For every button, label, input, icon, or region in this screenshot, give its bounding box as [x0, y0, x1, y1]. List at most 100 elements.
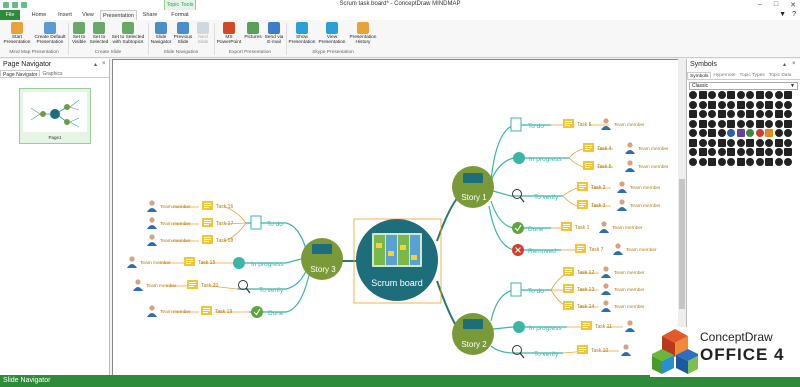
symbol-cell[interactable]	[746, 138, 754, 147]
ms-powerpoint-button[interactable]: MS PowerPoint	[216, 22, 242, 45]
help-icon[interactable]: ?	[792, 11, 796, 18]
symbol-cell[interactable]	[708, 129, 716, 137]
set-to-selected-button[interactable]: Set to Selected	[89, 22, 109, 45]
tab-format[interactable]: Format	[166, 10, 194, 20]
symbol-cell[interactable]	[765, 129, 773, 137]
start-presentation-button[interactable]: Start Presentation	[2, 22, 32, 45]
pictures-button[interactable]: Pictures	[243, 22, 263, 40]
symbol-cell[interactable]	[727, 157, 735, 166]
scrollbar-thumb[interactable]	[679, 179, 685, 309]
symbol-cell[interactable]	[708, 110, 716, 118]
tab-home[interactable]: Home	[27, 10, 51, 20]
symbol-cell[interactable]	[689, 119, 697, 128]
symbol-cell[interactable]	[736, 157, 745, 166]
tab-insert[interactable]: Insert	[54, 10, 76, 20]
symbol-cell[interactable]	[698, 138, 707, 147]
symbol-cell[interactable]	[755, 157, 764, 166]
maximize-icon[interactable]: □	[774, 1, 778, 9]
next-slide-button[interactable]: Next Slide	[195, 22, 211, 45]
symbol-cell[interactable]	[698, 129, 707, 137]
symbol-cell[interactable]	[774, 119, 783, 128]
symbol-cell[interactable]	[689, 100, 697, 109]
symbol-cell[interactable]	[774, 148, 783, 156]
symbol-cell[interactable]	[784, 91, 792, 99]
symbol-cell[interactable]	[755, 91, 764, 99]
send-via-email-button[interactable]: Send via E-mail	[264, 22, 284, 45]
slide-navigator-button[interactable]: Slide Navigator	[150, 22, 172, 45]
close-panel-icon[interactable]: ×	[102, 61, 106, 67]
symbol-cell[interactable]	[784, 110, 792, 118]
tab-hypernote[interactable]: Hypernote	[711, 72, 737, 79]
symbol-cell[interactable]	[698, 119, 707, 128]
close-icon[interactable]: ✕	[790, 1, 796, 9]
symbol-cell[interactable]	[717, 129, 726, 137]
symbol-cell[interactable]	[717, 100, 726, 109]
symbol-cell[interactable]	[736, 138, 745, 147]
symbol-cell[interactable]	[727, 110, 735, 118]
close-panel-icon[interactable]: ×	[792, 61, 796, 67]
symbol-cell[interactable]	[736, 129, 745, 137]
pin-icon[interactable]: ▴	[94, 61, 97, 68]
symbol-cell[interactable]	[698, 110, 707, 118]
symbol-cell[interactable]	[727, 119, 735, 128]
symbol-cell[interactable]	[708, 100, 716, 109]
symbol-cell[interactable]	[755, 110, 764, 118]
page-thumbnail[interactable]: Page1	[19, 88, 91, 144]
symbol-cell[interactable]	[708, 119, 716, 128]
symbol-cell[interactable]	[784, 100, 792, 109]
symbol-cell[interactable]	[765, 119, 773, 128]
symbol-cell[interactable]	[736, 91, 745, 99]
symbol-cell[interactable]	[784, 138, 792, 147]
previous-slide-button[interactable]: Previous Slide	[173, 22, 193, 45]
symbol-cell[interactable]	[727, 138, 735, 147]
symbol-cell[interactable]	[689, 91, 697, 99]
create-default-presentation-button[interactable]: Create Default Presentation	[33, 22, 67, 45]
symbol-cell[interactable]	[746, 148, 754, 156]
symbol-cell[interactable]	[746, 129, 754, 137]
symbol-cell[interactable]	[774, 100, 783, 109]
symbol-cell[interactable]	[784, 157, 792, 166]
pin-icon[interactable]: ▴	[783, 61, 786, 68]
symbol-cell[interactable]	[755, 119, 764, 128]
tab-topic-data[interactable]: Topic Data	[767, 72, 794, 79]
symbol-cell[interactable]	[708, 148, 716, 156]
presentation-history-button[interactable]: Presentation History	[348, 22, 378, 45]
symbol-cell[interactable]	[755, 129, 764, 137]
symbol-cell[interactable]	[774, 110, 783, 118]
symbol-cell[interactable]	[755, 138, 764, 147]
symbol-cell[interactable]	[689, 148, 697, 156]
mindmap-canvas[interactable]: Scrum board Story 1 Story 2 Story 3 To d…	[112, 59, 678, 375]
symbol-cell[interactable]	[717, 157, 726, 166]
symbol-cell[interactable]	[689, 138, 697, 147]
symbol-cell[interactable]	[698, 157, 707, 166]
tab-presentation[interactable]: Presentation	[100, 10, 137, 20]
symbol-cell[interactable]	[708, 157, 716, 166]
symbol-cell[interactable]	[727, 100, 735, 109]
symbol-cell[interactable]	[774, 157, 783, 166]
symbols-grid[interactable]	[689, 91, 793, 167]
symbol-cell[interactable]	[774, 91, 783, 99]
symbol-cell[interactable]	[736, 110, 745, 118]
symbol-cell[interactable]	[727, 148, 735, 156]
symbol-cell[interactable]	[755, 100, 764, 109]
tab-view[interactable]: View	[78, 10, 98, 20]
symbol-cell[interactable]	[765, 138, 773, 147]
symbol-cell[interactable]	[765, 148, 773, 156]
symbol-cell[interactable]	[689, 110, 697, 118]
symbol-cell[interactable]	[746, 100, 754, 109]
symbol-cell[interactable]	[717, 148, 726, 156]
symbol-cell[interactable]	[698, 91, 707, 99]
symbol-cell[interactable]	[784, 148, 792, 156]
symbol-cell[interactable]	[784, 119, 792, 128]
symbol-cell[interactable]	[765, 110, 773, 118]
symbol-cell[interactable]	[746, 110, 754, 118]
symbol-cell[interactable]	[708, 138, 716, 147]
symbol-cell[interactable]	[784, 129, 792, 137]
symbol-cell[interactable]	[727, 91, 735, 99]
symbol-cell[interactable]	[717, 110, 726, 118]
symbol-cell[interactable]	[774, 138, 783, 147]
symbol-cell[interactable]	[698, 148, 707, 156]
tab-file[interactable]: File	[0, 10, 20, 20]
minimize-icon[interactable]: –	[758, 1, 762, 9]
set-to-selected-with-subtopics-button[interactable]: Set to Selected with Subtopics	[110, 22, 146, 45]
